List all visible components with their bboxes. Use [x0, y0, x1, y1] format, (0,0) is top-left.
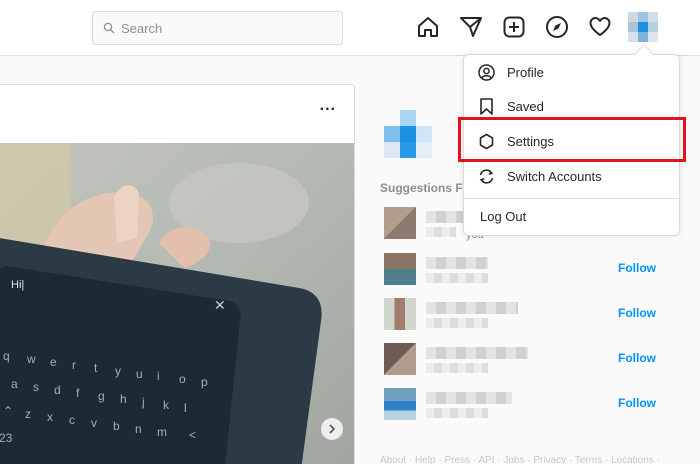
avatar: [384, 253, 416, 285]
menu-item-label: Settings: [507, 133, 554, 149]
svg-text:h: h: [120, 392, 127, 406]
follow-button[interactable]: Follow: [618, 306, 656, 320]
search-icon: [103, 22, 115, 34]
avatar: [628, 12, 658, 42]
follow-button[interactable]: Follow: [618, 261, 656, 275]
carousel-next-button[interactable]: [321, 418, 343, 440]
svg-text:l: l: [184, 401, 187, 415]
svg-text:k: k: [163, 398, 170, 412]
feed-post: ... Hi| ✕ qwertyuiop asdfghjkl ⌃ z x c v b n m <: [0, 84, 355, 464]
settings-gear-icon: [479, 133, 494, 149]
svg-text:j: j: [141, 395, 145, 409]
svg-text:i: i: [157, 369, 160, 383]
svg-text:q: q: [3, 349, 10, 363]
svg-text:u: u: [136, 367, 143, 381]
suggestion-subtitle: [426, 363, 488, 373]
svg-text:23: 23: [0, 431, 13, 445]
svg-text:e: e: [50, 355, 57, 369]
suggestion-row: Follow: [384, 388, 656, 422]
svg-text:⌃: ⌃: [3, 404, 13, 418]
svg-text:w: w: [26, 352, 36, 366]
current-user-avatar[interactable]: [384, 110, 432, 158]
post-photo: Hi| ✕ qwertyuiop asdfghjkl ⌃ z x c v b n m < 23: [0, 143, 354, 464]
explore-icon[interactable]: [545, 14, 569, 40]
menu-item-label: Switch Accounts: [507, 168, 602, 184]
suggestion-subtitle: [426, 273, 488, 283]
suggestion-row: Follow: [384, 253, 656, 287]
svg-text:r: r: [72, 358, 76, 372]
suggestion-subtitle: [426, 227, 456, 237]
menu-item-log-out[interactable]: Log Out: [464, 199, 681, 233]
switch-accounts-icon: [479, 168, 494, 184]
menu-item-label: Log Out: [480, 208, 527, 224]
post-options-button[interactable]: ...: [320, 97, 336, 115]
profile-icon: [478, 63, 495, 81]
follow-button[interactable]: Follow: [618, 396, 656, 410]
svg-text:d: d: [54, 383, 61, 397]
nav-icons: [416, 14, 631, 40]
menu-item-label: Saved: [507, 98, 544, 114]
chevron-right-icon: [329, 424, 336, 434]
post-image: Hi| ✕ qwertyuiop asdfghjkl ⌃ z x c v b n m < 23: [0, 143, 354, 464]
footer-links[interactable]: About · Help · Press · API · Jobs · Priv…: [380, 455, 660, 464]
profile-dropdown-menu: Profile Saved Settings Switch Accounts L…: [463, 54, 681, 236]
follow-button[interactable]: Follow: [618, 351, 656, 365]
menu-item-profile[interactable]: Profile: [464, 55, 681, 89]
avatar: [384, 110, 432, 158]
svg-text:o: o: [179, 372, 186, 386]
avatar: [384, 388, 416, 420]
svg-text:n: n: [135, 422, 142, 436]
suggestion-name: [426, 257, 488, 269]
top-navigation-bar: [0, 0, 700, 56]
search-box[interactable]: [92, 11, 343, 45]
menu-item-settings[interactable]: Settings: [464, 124, 681, 158]
svg-text:b: b: [113, 419, 120, 433]
bookmark-icon: [480, 97, 493, 115]
svg-text:a: a: [11, 377, 18, 391]
search-input[interactable]: [121, 20, 321, 36]
menu-item-switch-accounts[interactable]: Switch Accounts: [464, 159, 681, 193]
home-icon[interactable]: [416, 14, 440, 40]
suggestion-row: Follow: [384, 343, 656, 377]
new-post-icon[interactable]: [502, 14, 526, 40]
svg-text:p: p: [201, 375, 208, 389]
activity-heart-icon[interactable]: [588, 14, 612, 40]
menu-item-label: Profile: [507, 64, 544, 80]
device-screen-text: Hi|: [11, 279, 24, 291]
avatar: [384, 298, 416, 330]
suggestion-subtitle: [426, 318, 488, 328]
svg-text:x: x: [47, 410, 53, 424]
svg-text:c: c: [69, 413, 75, 427]
suggestions-title: Suggestions F: [380, 181, 463, 195]
direct-message-icon[interactable]: [459, 14, 483, 40]
suggestion-subtitle: [426, 408, 488, 418]
svg-text:z: z: [25, 407, 31, 421]
svg-text:v: v: [91, 416, 97, 430]
avatar: [384, 343, 416, 375]
svg-text:m: m: [157, 425, 167, 439]
suggestion-name: [426, 347, 528, 359]
suggestion-row: Follow: [384, 298, 656, 332]
device-close-icon: ✕: [214, 297, 226, 313]
svg-text:s: s: [33, 380, 39, 394]
svg-text:<: <: [189, 428, 196, 442]
suggestion-name: [426, 392, 512, 404]
menu-item-saved[interactable]: Saved: [464, 89, 681, 123]
avatar: [384, 207, 416, 239]
svg-text:g: g: [98, 389, 105, 403]
profile-avatar-button[interactable]: [628, 12, 658, 42]
suggestion-name: [426, 302, 518, 314]
svg-text:y: y: [115, 364, 121, 378]
